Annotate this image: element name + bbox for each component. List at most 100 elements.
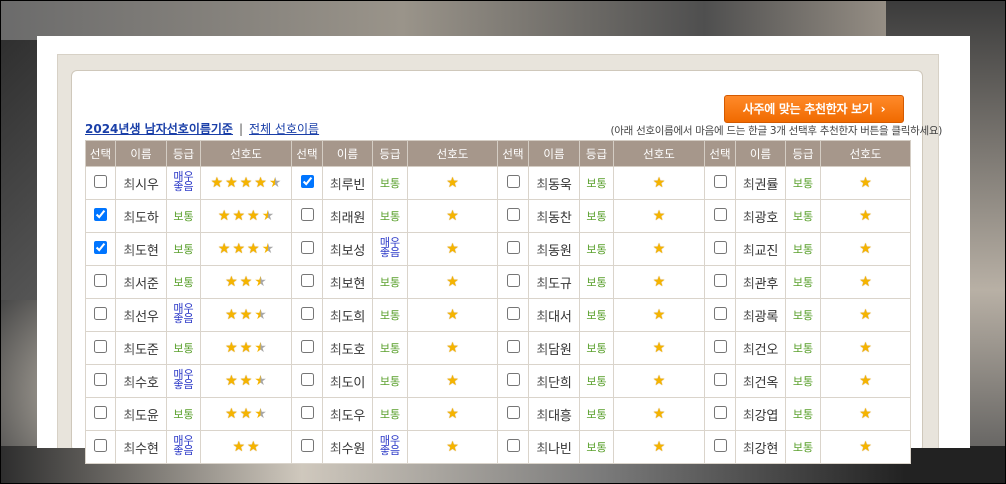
name-select-checkbox[interactable]	[506, 405, 520, 419]
grade-best-badge: 매우 좋음	[380, 237, 400, 258]
name-select-checkbox[interactable]	[713, 405, 727, 419]
tab-all-preferred[interactable]: 전체 선호이름	[249, 122, 319, 136]
name-select-checkbox[interactable]	[300, 405, 314, 419]
select-cell	[291, 331, 323, 365]
preference-cell: ★	[820, 265, 911, 299]
surname: 최	[123, 342, 136, 358]
select-cell	[704, 298, 736, 332]
name-filter-tabs: 2024년생 남자선호이름기준 | 전체 선호이름	[85, 120, 319, 137]
name-select-checkbox[interactable]	[713, 339, 727, 353]
name-select-checkbox[interactable]	[713, 273, 727, 287]
name-select-checkbox[interactable]	[94, 273, 107, 287]
star-icon: ★	[239, 307, 253, 323]
preference-cell: ★ ★ ★ ★	[200, 199, 292, 233]
name-cell: 최래원	[322, 199, 373, 233]
name-select-checkbox[interactable]	[94, 207, 107, 221]
name-select-checkbox[interactable]	[506, 174, 520, 188]
name-select-checkbox[interactable]	[300, 306, 314, 320]
grade-normal-badge: 보통	[586, 441, 607, 454]
name-cell: 최보성	[322, 232, 373, 266]
name-cell: 최권률	[735, 166, 786, 200]
surname: 최	[742, 441, 755, 457]
name-select-checkbox[interactable]	[506, 372, 520, 386]
name-cell: 최루빈	[322, 166, 373, 200]
select-cell	[85, 199, 116, 233]
name-select-checkbox[interactable]	[94, 339, 107, 353]
name-select-checkbox[interactable]	[506, 207, 520, 221]
preference-cell: ★	[613, 430, 705, 464]
grade-best-line2: 좋음	[173, 180, 194, 193]
surname: 최	[123, 375, 136, 391]
preference-cell: ★	[820, 232, 911, 266]
given-name: 도우	[341, 408, 366, 424]
grade-cell: 보통	[785, 199, 821, 233]
grade-cell: 보통	[372, 298, 408, 332]
table-row: 최수호 매우 좋음 ★ ★ ★ 최도이 보통 ★ 최단희 보통 ★ 최건옥 보통 ★	[85, 364, 911, 398]
name-select-checkbox[interactable]	[94, 240, 107, 254]
name-cell: 최건옥	[735, 364, 786, 398]
star-icon: ★	[446, 241, 459, 257]
name-select-checkbox[interactable]	[506, 306, 520, 320]
name-select-checkbox[interactable]	[713, 207, 727, 221]
name-cell: 최대흥	[528, 397, 580, 431]
star-icon: ★	[859, 340, 872, 356]
name-select-checkbox[interactable]	[713, 174, 727, 188]
header-preference: 선호도	[820, 140, 911, 167]
half-star-icon: ★	[268, 175, 282, 191]
name-select-checkbox[interactable]	[300, 438, 314, 452]
tab-2024-male-preferred[interactable]: 2024년생 남자선호이름기준	[85, 122, 233, 136]
grade-normal-badge: 보통	[792, 177, 814, 190]
name-select-checkbox[interactable]	[94, 438, 107, 452]
grade-normal-badge: 보통	[792, 276, 814, 289]
name-select-checkbox[interactable]	[300, 372, 314, 386]
name-select-checkbox[interactable]	[506, 438, 520, 452]
star-icon: ★	[446, 439, 459, 455]
given-name: 대서	[548, 309, 572, 325]
table-row: 최선우 매우 좋음 ★ ★ ★ 최도희 보통 ★ 최대서 보통 ★ 최광록 보통 ★	[85, 298, 911, 332]
name-select-checkbox[interactable]	[94, 405, 107, 419]
given-name: 강현	[754, 441, 779, 457]
grade-cell: 매우 좋음	[166, 298, 201, 332]
header-name: 이름	[528, 140, 580, 167]
preference-cell: ★ ★ ★	[200, 397, 292, 431]
name-select-checkbox[interactable]	[713, 372, 727, 386]
grade-cell: 보통	[785, 232, 821, 266]
grade-cell: 매우 좋음	[166, 430, 201, 464]
name-select-checkbox[interactable]	[94, 372, 107, 386]
name-cell: 최동원	[528, 232, 580, 266]
name-select-checkbox[interactable]	[506, 273, 520, 287]
name-select-checkbox[interactable]	[94, 174, 107, 188]
grade-best-badge: 매우 좋음	[380, 435, 400, 456]
name-cell: 최도현	[115, 232, 167, 266]
given-name: 도준	[135, 342, 159, 358]
select-cell	[291, 430, 323, 464]
name-select-checkbox[interactable]	[300, 273, 314, 287]
given-name: 권률	[754, 177, 779, 193]
half-star-icon: ★	[254, 307, 267, 323]
name-cell: 최광록	[735, 298, 786, 332]
name-select-checkbox[interactable]	[506, 240, 520, 254]
name-select-checkbox[interactable]	[506, 339, 520, 353]
name-select-checkbox[interactable]	[713, 240, 727, 254]
header-grade: 등급	[785, 140, 821, 167]
grade-normal-badge: 보통	[586, 375, 607, 388]
grade-cell: 보통	[372, 166, 408, 200]
select-cell	[704, 199, 736, 233]
name-select-checkbox[interactable]	[94, 306, 107, 320]
grade-cell: 보통	[579, 199, 614, 233]
recommended-hanja-button[interactable]: 사주에 맞는 추천한자 보기 ›	[724, 95, 904, 123]
star-icon: ★	[652, 307, 666, 323]
name-select-checkbox[interactable]	[300, 207, 314, 221]
select-cell	[85, 364, 116, 398]
given-name: 동원	[548, 243, 572, 259]
table-header-row: 선택 이름 등급 선호도 선택 이름 등급 선호도 선택 이름 등급 선호도 선택 이름 등급 선호도	[85, 140, 911, 167]
grade-cell: 보통	[579, 166, 614, 200]
name-select-checkbox[interactable]	[713, 438, 727, 452]
name-select-checkbox[interactable]	[300, 240, 314, 254]
name-select-checkbox[interactable]	[300, 339, 314, 353]
surname: 최	[329, 342, 342, 358]
name-select-checkbox[interactable]	[713, 306, 727, 320]
star-icon: ★	[225, 340, 238, 356]
select-cell	[291, 364, 323, 398]
name-select-checkbox[interactable]	[300, 174, 314, 188]
